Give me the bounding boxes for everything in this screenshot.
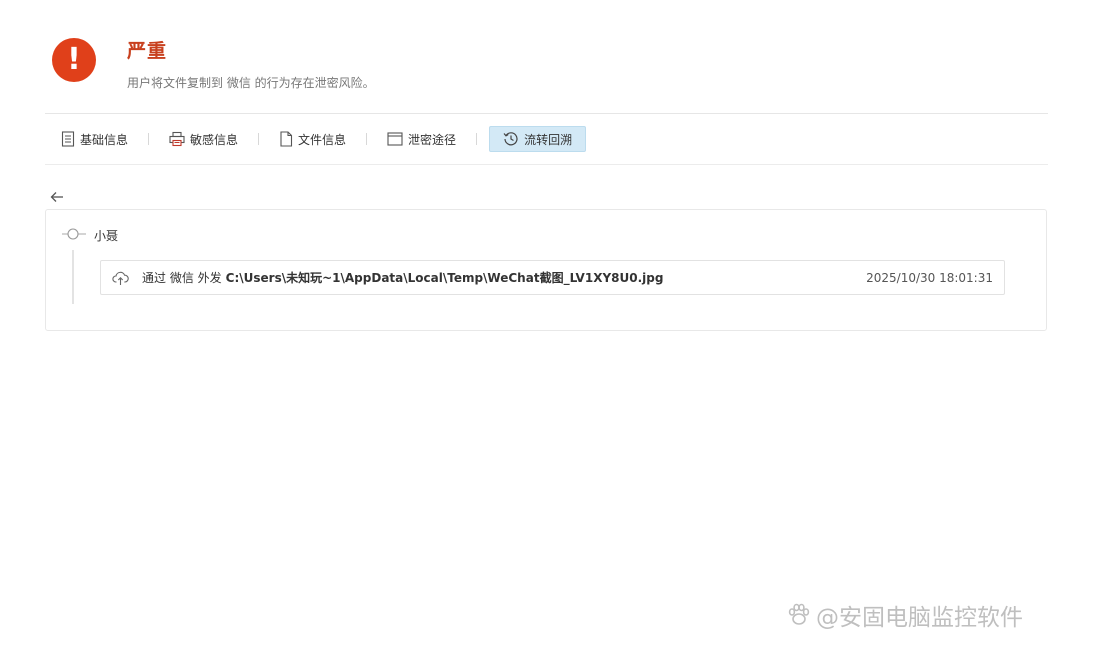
event-file-path: C:\Users\未知玩~1\AppData\Local\Temp\WeChat… (225, 271, 664, 285)
tab-label: 流转回溯 (524, 132, 573, 147)
tab-label: 泄密途径 (408, 132, 457, 147)
tab-flow-trace[interactable]: 流转回溯 (489, 126, 587, 152)
paw-icon (786, 602, 812, 628)
tab-separator (258, 133, 260, 145)
tab-separator (148, 133, 150, 145)
tab-separator (366, 133, 368, 145)
tab-label: 文件信息 (298, 132, 347, 147)
tab-bar: 基础信息 敏感信息 文件信息 泄密途径 流转回溯 (53, 126, 587, 152)
severity-description: 用户将文件复制到 微信 的行为存在泄密风险。 (127, 76, 375, 90)
history-clock-icon (503, 131, 519, 147)
tabs-divider (45, 164, 1048, 165)
printer-icon (169, 131, 185, 147)
tab-label: 基础信息 (80, 132, 129, 147)
tab-file-info[interactable]: 文件信息 (271, 126, 354, 152)
timeline-node-icon (62, 226, 86, 242)
tab-sensitive-info[interactable]: 敏感信息 (161, 126, 246, 152)
watermark: @安固电脑监控软件 (786, 598, 1023, 632)
file-icon (279, 131, 293, 147)
trace-event-row[interactable]: 通过 微信 外发 C:\Users\未知玩~1\AppData\Local\Te… (100, 260, 1005, 295)
severity-title: 严重 (127, 40, 168, 62)
tab-basic-info[interactable]: 基础信息 (53, 126, 136, 152)
tab-separator (476, 133, 478, 145)
event-prefix: 通过 微信 外发 (142, 271, 222, 285)
alert-header: ! 严重 用户将文件复制到 微信 的行为存在泄密风险。 (52, 36, 1048, 96)
trace-card: 小聂 通过 微信 外发 C:\Users\未知玩~1\AppData\Local… (45, 209, 1047, 331)
event-timestamp: 2025/10/30 18:01:31 (866, 270, 993, 285)
arrow-left-icon[interactable] (49, 189, 65, 205)
header-divider (45, 113, 1048, 114)
document-list-icon (61, 131, 75, 147)
tab-leak-channel[interactable]: 泄密途径 (379, 126, 464, 152)
window-icon (387, 131, 403, 147)
trace-user-name: 小聂 (94, 229, 119, 243)
timeline-line (72, 250, 74, 304)
watermark-text: @安固电脑监控软件 (816, 605, 1023, 631)
tab-label: 敏感信息 (190, 132, 239, 147)
exclamation-circle-icon: ! (52, 38, 96, 82)
cloud-upload-icon (112, 270, 129, 286)
